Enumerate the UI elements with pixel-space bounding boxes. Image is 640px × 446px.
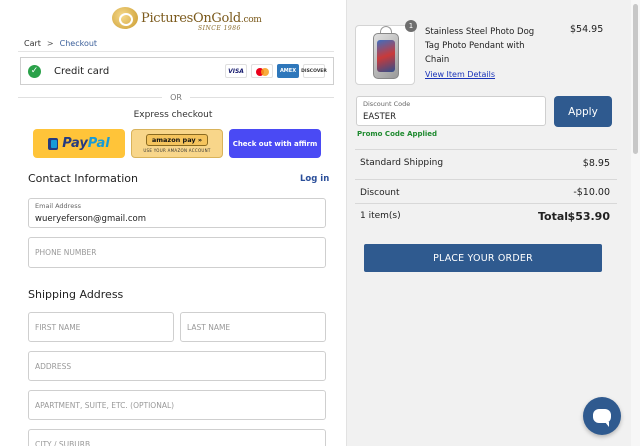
city-input[interactable] [35,430,319,446]
paypal-label-b: Pal [87,136,110,151]
email-field[interactable]: Email Address wueryeferson@gmail.com [28,198,326,228]
chat-widget-button[interactable] [583,397,621,435]
credit-card-option[interactable]: ✓ Credit card VISA AMEX DISCOVER [20,57,334,85]
paypal-icon [48,137,59,150]
checkout-form-panel: PicturesOnGold.com SINCE 1986 Cart > Che… [0,0,346,446]
address-field[interactable] [28,351,326,381]
logo-name: PicturesOnGold [141,10,241,26]
phone-input[interactable] [35,238,319,267]
logo-tagline: SINCE 1986 [198,25,241,32]
view-item-details-link[interactable]: View Item Details [425,70,495,79]
shipping-label: Standard Shipping [360,158,444,168]
amazon-pay-label: amazon pay » [145,134,209,146]
contact-title: Contact Information [28,172,138,185]
chat-bubble-icon [593,409,611,427]
discount-label: Discount Code [363,100,411,108]
last-name-field[interactable] [180,312,326,342]
credit-card-label: Credit card [54,65,110,77]
mastercard-icon [251,64,273,78]
amex-icon: AMEX [277,64,299,78]
product-thumbnail [355,25,415,85]
last-name-input[interactable] [187,313,319,341]
or-label: OR [170,92,182,102]
site-logo[interactable]: PicturesOnGold.com SINCE 1986 [112,4,262,32]
shipping-value: $8.95 [582,158,610,169]
first-name-field[interactable] [28,312,174,342]
breadcrumb-separator-icon: > [46,39,54,48]
express-checkout-label: Express checkout [133,110,213,120]
visa-icon: VISA [225,64,247,78]
scrollbar-thumb[interactable] [633,4,638,154]
card-brands: VISA AMEX DISCOVER [225,64,327,78]
logo-icon [112,7,138,29]
apply-button[interactable]: Apply [554,96,612,127]
apartment-input[interactable] [35,391,319,419]
phone-field[interactable] [28,237,326,268]
amazon-pay-button[interactable]: amazon pay » USE YOUR AMAZON ACCOUNT [131,129,223,158]
check-circle-icon: ✓ [28,64,41,78]
city-field[interactable] [28,429,326,446]
affirm-button[interactable]: Check out with affirm [229,129,321,158]
product-name: Stainless Steel Photo Dog Tag Photo Pend… [425,27,535,65]
promo-status: Promo Code Applied [357,130,438,138]
logo-suffix: .com [240,14,262,25]
discount-row-label: Discount [360,188,400,198]
paypal-label-a: Pay [62,136,88,151]
total-label: Total [538,210,569,223]
discount-value: EASTER [363,112,397,122]
total-value: $53.90 [567,210,610,223]
first-name-input[interactable] [35,313,167,341]
shipping-title: Shipping Address [28,288,124,301]
divider [18,51,334,52]
breadcrumb: Cart > Checkout [24,39,97,48]
items-count: 1 item(s) [360,211,401,221]
discount-row-value: -$10.00 [573,187,610,198]
email-value: wueryeferson@gmail.com [35,214,147,224]
paypal-button[interactable]: Pay Pal [33,129,125,158]
divider [355,149,617,150]
place-order-button[interactable]: PLACE YOUR ORDER [364,244,602,272]
dog-tag-icon [373,33,399,79]
or-separator: OR [18,91,335,103]
divider [355,179,617,180]
breadcrumb-cart[interactable]: Cart [24,39,41,48]
email-label: Email Address [35,202,81,210]
quantity-badge: 1 [405,20,417,32]
login-link[interactable]: Log in [300,174,329,184]
address-input[interactable] [35,352,319,380]
amazon-pay-sublabel: USE YOUR AMAZON ACCOUNT [143,148,211,153]
discover-icon: DISCOVER [301,64,327,78]
breadcrumb-checkout: Checkout [59,39,98,48]
affirm-label: Check out with affirm [232,139,318,148]
divider [355,203,617,204]
discount-code-field[interactable]: Discount Code EASTER [356,96,546,126]
product-price: $54.95 [570,24,604,35]
apartment-field[interactable] [28,390,326,420]
